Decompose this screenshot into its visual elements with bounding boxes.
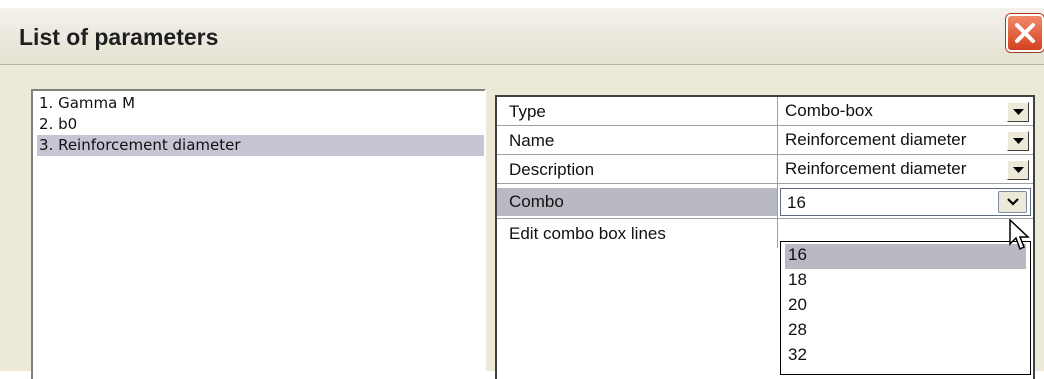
property-label: Edit combo box lines: [509, 224, 666, 243]
dropdown-button[interactable]: [1007, 160, 1029, 180]
property-row-name[interactable]: Name Reinforcement diameter: [497, 126, 1033, 155]
combo-option[interactable]: 20: [785, 294, 1026, 319]
chevron-down-icon: [1007, 198, 1019, 206]
parameter-list[interactable]: 1. Gamma M 2. b0 3. Reinforcement diamet…: [31, 89, 486, 379]
property-value: Reinforcement diameter: [785, 130, 967, 149]
combo-dropdown-button[interactable]: [998, 191, 1027, 213]
dialog-window: List of parameters 1. Gamma M 2. b0 3. R…: [0, 8, 1044, 379]
property-value: Reinforcement diameter: [785, 159, 967, 178]
property-row-description[interactable]: Description Reinforcement diameter: [497, 155, 1033, 184]
combo-option[interactable]: 18: [785, 269, 1026, 294]
list-item[interactable]: 1. Gamma M: [37, 93, 484, 114]
combo-option[interactable]: 28: [785, 319, 1026, 344]
mouse-pointer-icon: [1009, 219, 1030, 251]
property-row-combo[interactable]: Combo 16: [497, 184, 1033, 219]
property-label: Combo: [497, 188, 777, 216]
dialog-title: List of parameters: [19, 24, 219, 50]
property-row-type[interactable]: Type Combo-box: [497, 97, 1033, 126]
chevron-down-icon: [1013, 167, 1024, 173]
dropdown-button[interactable]: [1007, 102, 1029, 122]
property-label: Description: [509, 160, 595, 179]
list-item-selected[interactable]: 3. Reinforcement diameter: [37, 135, 484, 156]
combo-value: 16: [787, 193, 806, 212]
combo-option[interactable]: 32: [785, 344, 1026, 369]
close-button[interactable]: [1006, 14, 1044, 52]
chevron-down-icon: [1013, 138, 1024, 144]
property-label: Type: [509, 102, 546, 121]
dropdown-button[interactable]: [1007, 131, 1029, 151]
property-label: Name: [509, 131, 555, 150]
title-bar[interactable]: List of parameters: [0, 8, 1044, 65]
close-icon: [1015, 23, 1035, 43]
combo-option-selected[interactable]: 16: [785, 244, 1026, 269]
combo-dropdown-list[interactable]: 16 18 20 28 32: [780, 241, 1031, 375]
property-value: Combo-box: [785, 101, 873, 120]
combo-select[interactable]: 16: [780, 188, 1031, 216]
list-item[interactable]: 2. b0: [37, 114, 484, 135]
property-grid: Type Combo-box Name Reinforcement diamet…: [495, 95, 1035, 379]
chevron-down-icon: [1013, 109, 1024, 115]
